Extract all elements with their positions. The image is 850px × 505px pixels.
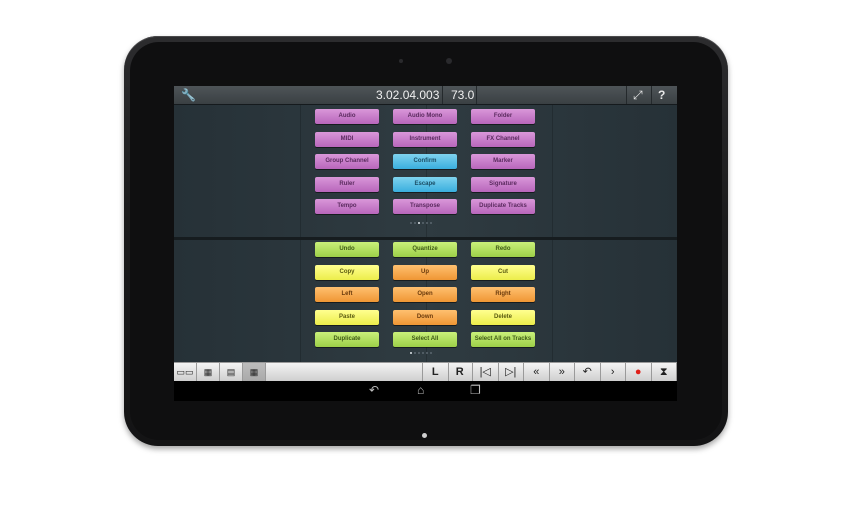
separator [476, 86, 477, 104]
redo-button[interactable]: Redo [471, 242, 535, 257]
page-dot[interactable] [426, 352, 428, 354]
light-sensor [399, 59, 403, 63]
delete-button[interactable]: Delete [471, 309, 535, 325]
lower-command-panel: Undo Quantize Redo Copy Up Cut Left Open Right Pa… [174, 240, 677, 362]
left-button[interactable]: Left [315, 287, 379, 302]
upper-command-panel: Audio Audio Mono Folder MIDI Instrument FX Ch… [174, 105, 677, 237]
escape-button[interactable]: Escape [393, 176, 457, 192]
notification-led [422, 433, 427, 438]
open-button[interactable]: Open [393, 287, 457, 302]
marker-button[interactable]: Marker [471, 154, 535, 169]
page-dot[interactable] [414, 352, 416, 354]
page-dot[interactable] [418, 222, 420, 224]
recents-icon[interactable]: ❐ [470, 383, 481, 397]
left-locator-button[interactable]: L [422, 363, 449, 381]
paste-button[interactable]: Paste [315, 309, 379, 325]
undo-button[interactable]: Undo [315, 242, 379, 257]
page-dot[interactable] [410, 352, 412, 354]
page-dot[interactable] [430, 352, 432, 354]
cut-button[interactable]: Cut [471, 264, 535, 280]
tempo-display: 73.0 [451, 88, 475, 102]
instrument-button[interactable]: Instrument [393, 131, 457, 147]
home-icon[interactable]: ⌂ [417, 383, 424, 397]
right-button[interactable]: Right [471, 287, 535, 302]
back-icon[interactable]: ↶ [369, 383, 379, 397]
page-dot[interactable] [418, 352, 420, 354]
up-button[interactable]: Up [393, 264, 457, 280]
select-all-on-tracks-button[interactable]: Select All on Tracks [471, 332, 535, 347]
page-dot[interactable] [426, 222, 428, 224]
page-indicator [409, 222, 433, 226]
folder-button[interactable]: Folder [471, 109, 535, 124]
audio-button[interactable]: Audio [315, 109, 379, 124]
app-screen: 🔧 3.02.04.003 73.0 ⤢ ? Audio Audio Mono Fo… [174, 86, 677, 401]
page-dot[interactable] [430, 222, 432, 224]
duplicate-tracks-button[interactable]: Duplicate Tracks [471, 199, 535, 214]
metronome-button[interactable]: ⧗ [652, 363, 677, 381]
transpose-button[interactable]: Transpose [393, 199, 457, 214]
bottom-toolbar: ▭▭ ▦ ▤ ▦ L R |◁ ▷| «» ↶ › ● ⧗ [174, 362, 677, 381]
duplicate-button[interactable]: Duplicate [315, 332, 379, 347]
play-button[interactable]: › [601, 363, 626, 381]
select-all-button[interactable]: Select All [393, 332, 457, 347]
page-dot[interactable] [414, 222, 416, 224]
separator [651, 86, 652, 104]
layout-1-icon[interactable]: ▭▭ [174, 363, 197, 381]
separator [626, 86, 627, 104]
fast-forward-button[interactable]: » [550, 363, 575, 381]
layout-2-icon[interactable]: ▦ [197, 363, 220, 381]
quantize-button[interactable]: Quantize [393, 242, 457, 257]
go-to-start-button[interactable]: |◁ [473, 363, 499, 381]
fx-channel-button[interactable]: FX Channel [471, 131, 535, 147]
page-dot[interactable] [422, 222, 424, 224]
song-position: 3.02.04.003 [376, 88, 440, 102]
rewind-button[interactable]: « [524, 363, 550, 381]
layout-3-icon[interactable]: ▤ [220, 363, 243, 381]
go-to-end-button[interactable]: ▷| [499, 363, 524, 381]
midi-button[interactable]: MIDI [315, 131, 379, 147]
expand-icon[interactable]: ⤢ [633, 88, 643, 103]
separator [442, 86, 443, 104]
system-navigation-bar: ↶ ⌂ ❐ [174, 381, 677, 401]
page-dot[interactable] [422, 352, 424, 354]
group-channel-button[interactable]: Group Channel [315, 154, 379, 169]
cycle-button[interactable]: ↶ [575, 363, 601, 381]
ruler-button[interactable]: Ruler [315, 176, 379, 192]
copy-button[interactable]: Copy [315, 264, 379, 280]
help-button[interactable]: ? [658, 88, 665, 102]
record-button[interactable]: ● [626, 363, 652, 381]
right-locator-button[interactable]: R [448, 363, 473, 381]
signature-button[interactable]: Signature [471, 176, 535, 192]
audio-mono-button[interactable]: Audio Mono [393, 109, 457, 124]
front-camera-icon [446, 58, 452, 64]
layout-4-icon[interactable]: ▦ [243, 363, 266, 381]
top-bar: 🔧 3.02.04.003 73.0 ⤢ ? [174, 86, 677, 105]
page-dot[interactable] [410, 222, 412, 224]
down-button[interactable]: Down [393, 309, 457, 325]
wrench-icon[interactable]: 🔧 [181, 88, 196, 102]
confirm-button[interactable]: Confirm [393, 154, 457, 169]
tempo-button[interactable]: Tempo [315, 199, 379, 214]
page-indicator [409, 352, 433, 356]
